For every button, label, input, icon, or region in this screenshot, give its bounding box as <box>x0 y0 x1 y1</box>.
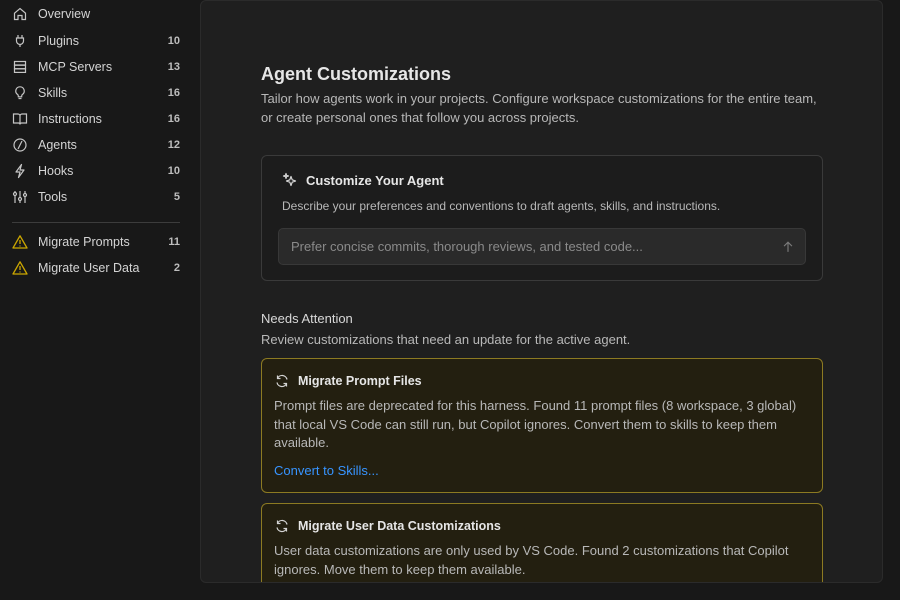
lightbulb-icon <box>12 85 28 101</box>
arrow-up-icon <box>783 241 793 252</box>
needs-attention-title: Needs Attention <box>261 311 353 326</box>
page-description: Tailor how agents work in your projects.… <box>261 91 817 125</box>
migrate-card-header: Migrate User Data Customizations <box>274 518 501 534</box>
plug-icon <box>12 33 28 49</box>
page-title: Agent Customizations <box>261 64 452 84</box>
sidebar-item-instructions[interactable]: Instructions 16 <box>0 106 192 132</box>
sidebar-item-label: Plugins <box>38 34 79 48</box>
needs-attention-description: Review customizations that need an updat… <box>261 332 631 347</box>
customize-prompt-input[interactable] <box>279 229 769 264</box>
sidebar-item-label: Tools <box>38 190 68 204</box>
sidebar-item-count: 12 <box>167 139 180 151</box>
book-icon <box>12 111 28 127</box>
sidebar-item-label: Instructions <box>38 112 102 126</box>
sidebar-item-label: MCP Servers <box>38 60 113 74</box>
convert-to-skills-link[interactable]: Convert to Skills... <box>274 463 379 478</box>
sidebar-item-count: 10 <box>167 35 180 47</box>
sidebar-item-label: Overview <box>38 7 91 21</box>
app-window: Overview Plugins 10 MCP Servers 13 Skill… <box>0 0 900 600</box>
migrate-card-body: User data customizations are only used b… <box>274 543 789 577</box>
sidebar-item-label: Hooks <box>38 164 74 178</box>
sidebar: Overview Plugins 10 MCP Servers 13 Skill… <box>0 0 192 600</box>
sidebar-item-plugins[interactable]: Plugins 10 <box>0 28 192 54</box>
send-button[interactable] <box>779 238 797 256</box>
migrate-prompt-files-card: Migrate Prompt Files Prompt files are de… <box>261 358 823 493</box>
warning-icon <box>12 234 28 250</box>
refresh-icon <box>274 518 290 534</box>
sidebar-item-mcp-servers[interactable]: MCP Servers 13 <box>0 54 192 80</box>
sidebar-divider <box>12 222 180 223</box>
sidebar-item-count: 5 <box>173 191 180 203</box>
agent-icon <box>12 137 28 153</box>
sidebar-item-count: 2 <box>173 262 180 274</box>
sidebar-item-count: 16 <box>167 87 180 99</box>
migrate-card-title: Migrate Prompt Files <box>298 374 422 388</box>
sidebar-item-tools[interactable]: Tools 5 <box>0 184 192 210</box>
customize-agent-title: Customize Your Agent <box>306 172 444 188</box>
sidebar-item-hooks[interactable]: Hooks 10 <box>0 158 192 184</box>
sidebar-item-skills[interactable]: Skills 16 <box>0 80 192 106</box>
sidebar-item-migrate-user-data[interactable]: Migrate User Data 2 <box>0 255 192 281</box>
prompt-box <box>278 228 806 265</box>
customize-agent-description: Describe your preferences and convention… <box>282 199 721 213</box>
sidebar-item-label: Agents <box>38 138 77 152</box>
sidebar-item-count: 11 <box>168 236 180 248</box>
sidebar-item-count: 10 <box>167 165 180 177</box>
lightning-icon <box>12 163 28 179</box>
sidebar-item-label: Migrate User Data <box>38 261 140 275</box>
customize-agent-header: Customize Your Agent <box>282 172 444 188</box>
warning-icon <box>12 260 28 276</box>
migrate-card-body: Prompt files are deprecated for this har… <box>274 398 797 450</box>
sidebar-item-label: Skills <box>38 86 68 100</box>
sidebar-item-count: 13 <box>167 61 180 73</box>
customize-agent-card: Customize Your Agent Describe your prefe… <box>261 155 823 281</box>
sidebar-item-overview[interactable]: Overview <box>0 1 192 27</box>
home-icon <box>12 6 28 22</box>
sidebar-item-count: 16 <box>167 113 180 125</box>
sidebar-item-migrate-prompts[interactable]: Migrate Prompts 11 <box>0 229 192 255</box>
migrate-card-title: Migrate User Data Customizations <box>298 519 501 533</box>
migrate-user-data-card: Migrate User Data Customizations User da… <box>261 503 823 582</box>
migrate-card-header: Migrate Prompt Files <box>274 373 422 389</box>
sidebar-item-label: Migrate Prompts <box>38 235 130 249</box>
sidebar-item-agents[interactable]: Agents 12 <box>0 132 192 158</box>
server-icon <box>12 59 28 75</box>
tools-icon <box>12 189 28 205</box>
refresh-icon <box>274 373 290 389</box>
sparkle-icon <box>282 172 298 188</box>
main-panel[interactable]: Agent Customizations Tailor how agents w… <box>200 0 883 583</box>
